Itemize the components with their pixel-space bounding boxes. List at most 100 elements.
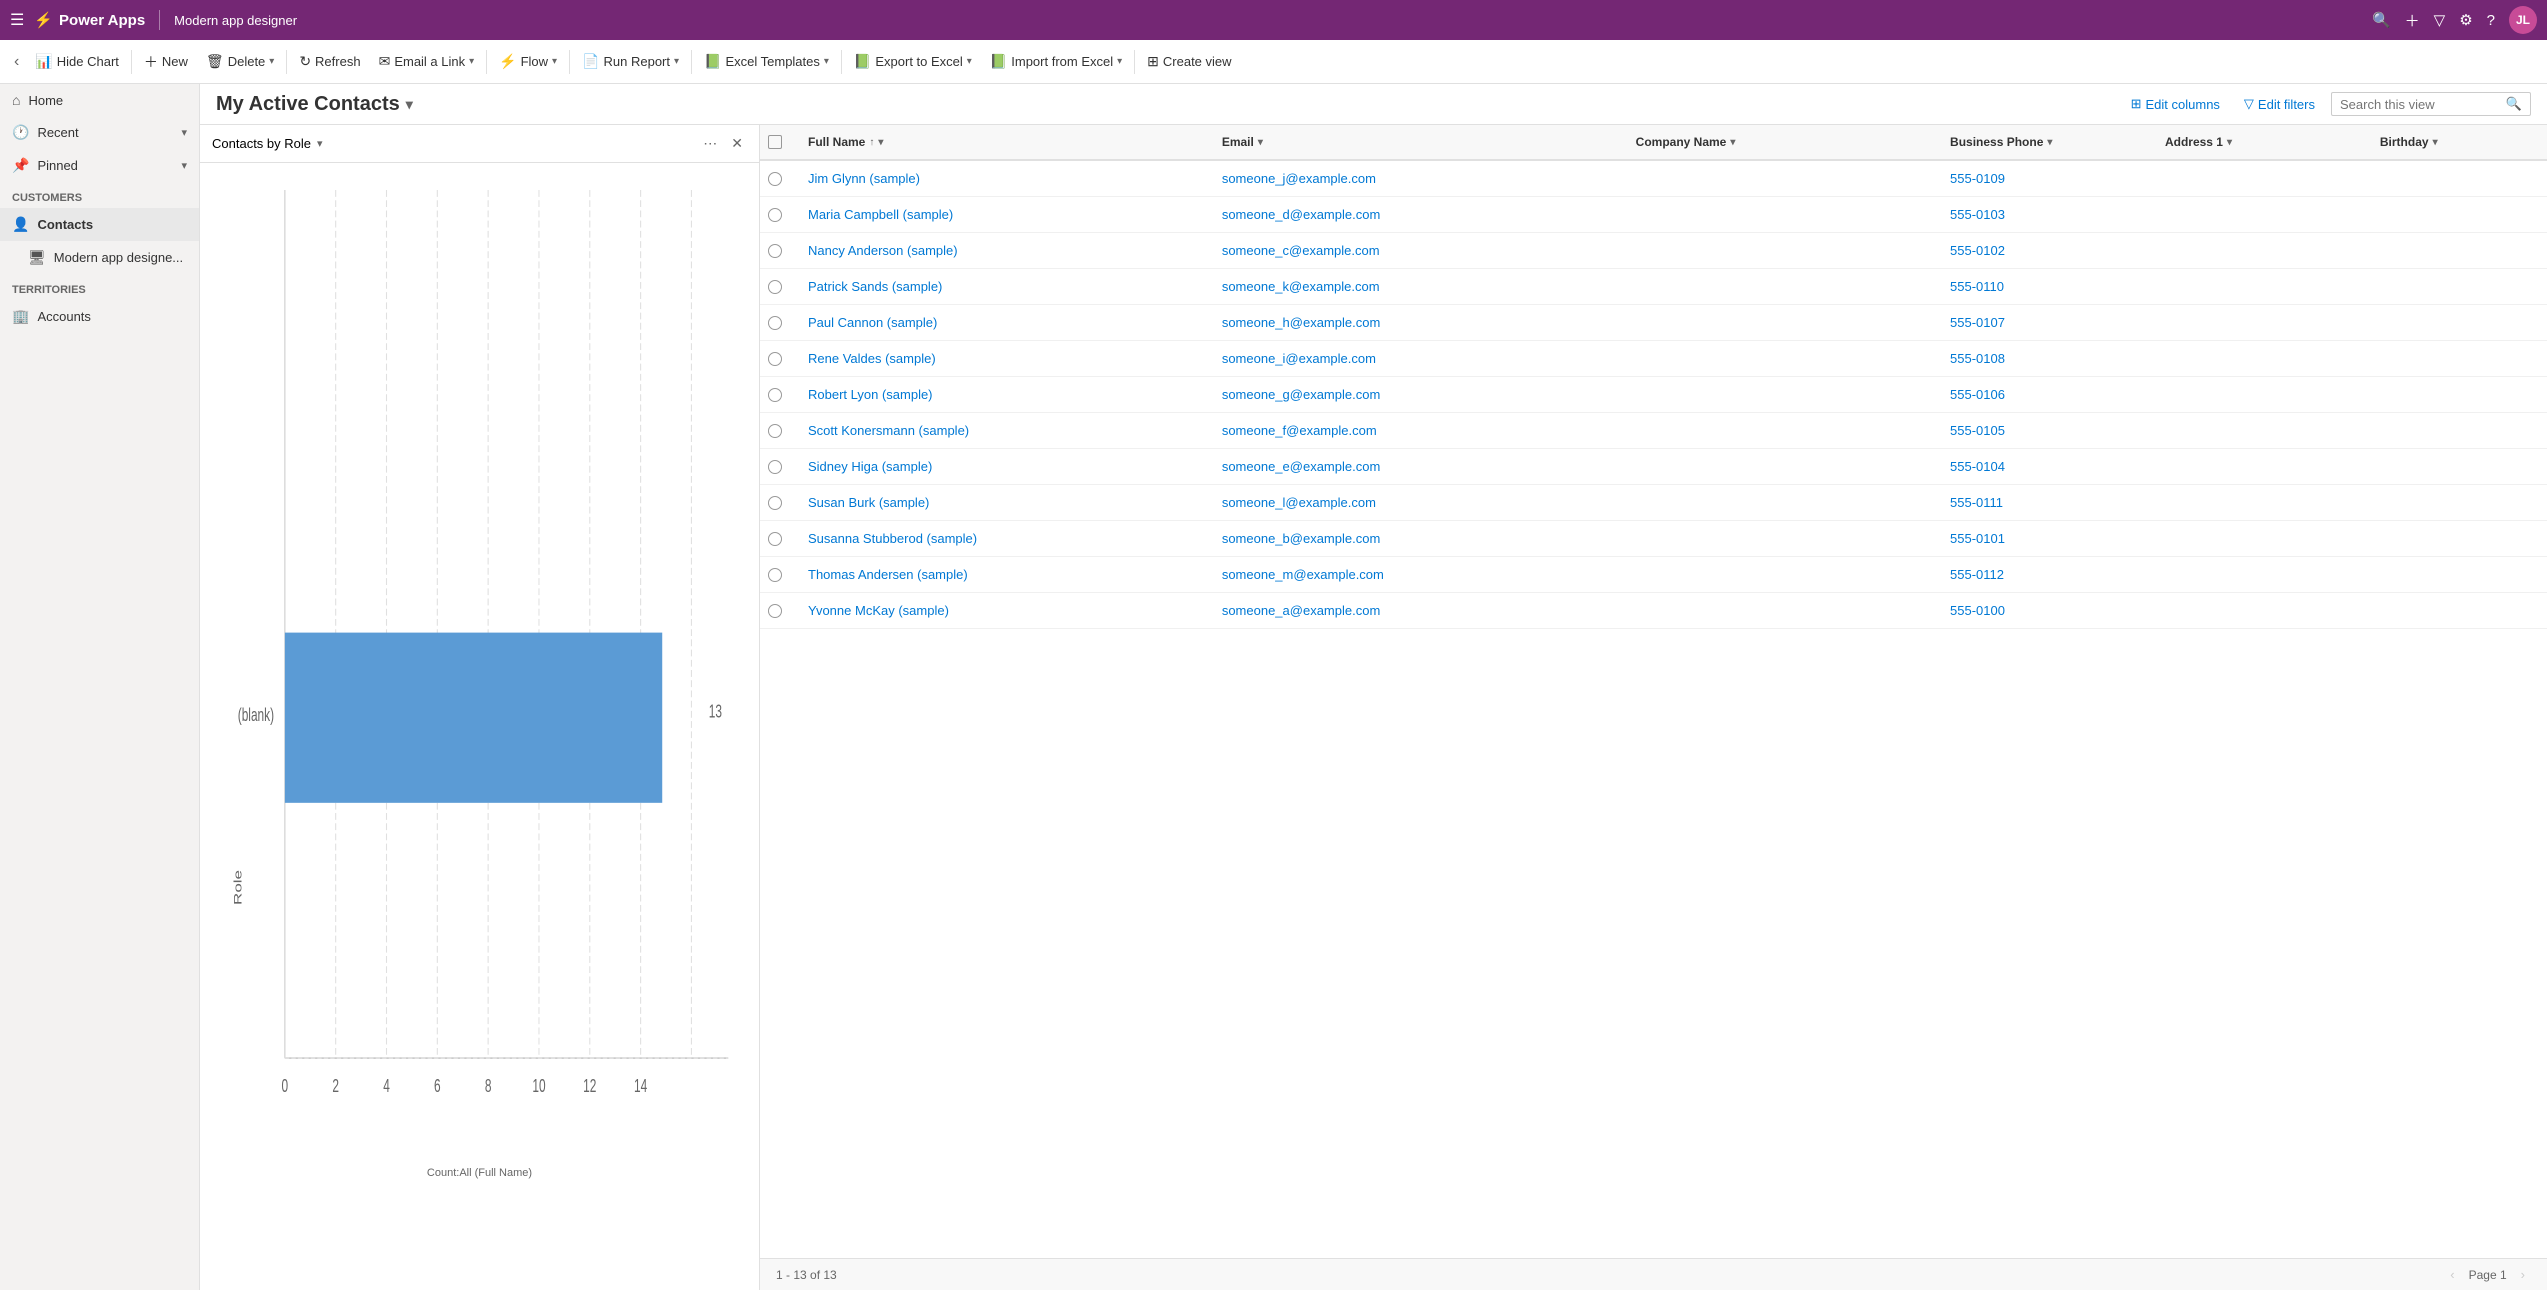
cell-phone[interactable]: 555-0112 (1942, 567, 2157, 582)
col-phone-dropdown-icon[interactable]: ▾ (2047, 137, 2052, 148)
cell-fullname[interactable]: Susanna Stubberod (sample) (800, 531, 1214, 546)
row-radio[interactable] (768, 568, 782, 582)
cell-email[interactable]: someone_m@example.com (1214, 567, 1628, 582)
export-excel-button[interactable]: 📗 Export to Excel ▾ (846, 49, 980, 74)
col-email[interactable]: Email ▾ (1214, 135, 1628, 149)
view-title-dropdown-icon[interactable]: ▾ (406, 96, 413, 113)
filter-icon[interactable]: ▽ (2434, 11, 2446, 29)
email-link-button[interactable]: ✉ Email a Link ▾ (371, 49, 483, 74)
sidebar-item-contacts[interactable]: 👤 Contacts (0, 208, 199, 241)
settings-icon[interactable]: ⚙ (2459, 11, 2472, 29)
cell-fullname[interactable]: Paul Cannon (sample) (800, 315, 1214, 330)
row-radio[interactable] (768, 352, 782, 366)
row-radio[interactable] (768, 208, 782, 222)
cell-phone[interactable]: 555-0108 (1942, 351, 2157, 366)
cell-email[interactable]: someone_l@example.com (1214, 495, 1628, 510)
row-radio[interactable] (768, 424, 782, 438)
cell-phone[interactable]: 555-0100 (1942, 603, 2157, 618)
cell-email[interactable]: someone_b@example.com (1214, 531, 1628, 546)
row-radio[interactable] (768, 172, 782, 186)
cell-phone[interactable]: 555-0103 (1942, 207, 2157, 222)
cell-fullname[interactable]: Rene Valdes (sample) (800, 351, 1214, 366)
edit-filters-button[interactable]: ▽ Edit filters (2236, 92, 2323, 116)
cell-fullname[interactable]: Scott Konersmann (sample) (800, 423, 1214, 438)
chart-close-button[interactable]: ✕ (727, 133, 747, 154)
refresh-button[interactable]: ↻ Refresh (291, 49, 368, 74)
hamburger-icon[interactable]: ☰ (10, 10, 24, 30)
cell-fullname[interactable]: Jim Glynn (sample) (800, 171, 1214, 186)
cell-email[interactable]: someone_c@example.com (1214, 243, 1628, 258)
cell-phone[interactable]: 555-0109 (1942, 171, 2157, 186)
search-input[interactable] (2340, 97, 2502, 112)
sidebar-item-modern-app-designer[interactable]: 🖥 Modern app designe... (0, 241, 199, 274)
cell-fullname[interactable]: Yvonne McKay (sample) (800, 603, 1214, 618)
back-button[interactable]: ‹ (8, 49, 25, 75)
col-fullname[interactable]: Full Name ↑ ▾ (800, 135, 1214, 149)
next-page-button[interactable]: › (2515, 1265, 2531, 1284)
row-radio[interactable] (768, 460, 782, 474)
add-icon[interactable]: ＋ (2405, 10, 2420, 31)
help-icon[interactable]: ? (2487, 12, 2495, 29)
avatar[interactable]: JL (2509, 6, 2537, 34)
cell-email[interactable]: someone_j@example.com (1214, 171, 1628, 186)
col-phone[interactable]: Business Phone ▾ (1942, 135, 2157, 149)
cell-fullname[interactable]: Susan Burk (sample) (800, 495, 1214, 510)
bar-blank[interactable] (285, 633, 662, 803)
row-radio[interactable] (768, 244, 782, 258)
col-address-dropdown-icon[interactable]: ▾ (2227, 137, 2232, 148)
cell-email[interactable]: someone_h@example.com (1214, 315, 1628, 330)
cell-phone[interactable]: 555-0111 (1942, 495, 2157, 510)
cell-fullname[interactable]: Thomas Andersen (sample) (800, 567, 1214, 582)
cell-fullname[interactable]: Nancy Anderson (sample) (800, 243, 1214, 258)
col-company-dropdown-icon[interactable]: ▾ (1730, 137, 1735, 148)
sidebar-item-accounts[interactable]: 🏢 Accounts (0, 300, 199, 333)
cell-email[interactable]: someone_g@example.com (1214, 387, 1628, 402)
row-radio[interactable] (768, 388, 782, 402)
sidebar-item-pinned[interactable]: 📌 Pinned ▾ (0, 149, 199, 182)
cell-phone[interactable]: 555-0110 (1942, 279, 2157, 294)
select-all-checkbox[interactable] (768, 135, 782, 149)
col-fullname-dropdown-icon[interactable]: ▾ (878, 137, 883, 148)
new-button[interactable]: ＋ New (136, 48, 196, 76)
cell-email[interactable]: someone_d@example.com (1214, 207, 1628, 222)
col-email-dropdown-icon[interactable]: ▾ (1258, 137, 1263, 148)
col-birthday-dropdown-icon[interactable]: ▾ (2433, 137, 2438, 148)
flow-button[interactable]: ⚡ Flow ▾ (491, 49, 565, 74)
cell-phone[interactable]: 555-0101 (1942, 531, 2157, 546)
cell-phone[interactable]: 555-0106 (1942, 387, 2157, 402)
cell-phone[interactable]: 555-0107 (1942, 315, 2157, 330)
hide-chart-button[interactable]: 📊 Hide Chart (27, 49, 127, 74)
prev-page-button[interactable]: ‹ (2444, 1265, 2460, 1284)
sidebar-item-home[interactable]: ⌂ Home (0, 84, 199, 116)
chart-panel-dropdown-icon[interactable]: ▾ (317, 137, 323, 150)
cell-email[interactable]: someone_f@example.com (1214, 423, 1628, 438)
delete-button[interactable]: 🗑 Delete ▾ (198, 49, 282, 74)
row-radio[interactable] (768, 532, 782, 546)
cell-fullname[interactable]: Sidney Higa (sample) (800, 459, 1214, 474)
cell-email[interactable]: someone_e@example.com (1214, 459, 1628, 474)
sidebar-item-recent[interactable]: 🕐 Recent ▾ (0, 116, 199, 149)
chart-more-button[interactable]: ⋯ (699, 133, 721, 154)
run-report-button[interactable]: 📄 Run Report ▾ (574, 49, 687, 74)
cell-email[interactable]: someone_i@example.com (1214, 351, 1628, 366)
cell-email[interactable]: someone_k@example.com (1214, 279, 1628, 294)
cell-email[interactable]: someone_a@example.com (1214, 603, 1628, 618)
create-view-button[interactable]: ⊞ Create view (1139, 49, 1239, 74)
row-radio[interactable] (768, 604, 782, 618)
cell-phone[interactable]: 555-0102 (1942, 243, 2157, 258)
col-company[interactable]: Company Name ▾ (1628, 135, 1942, 149)
cell-phone[interactable]: 555-0104 (1942, 459, 2157, 474)
cell-fullname[interactable]: Robert Lyon (sample) (800, 387, 1214, 402)
cell-phone[interactable]: 555-0105 (1942, 423, 2157, 438)
search-icon[interactable]: 🔍 (2372, 11, 2391, 29)
edit-columns-button[interactable]: ⊞ Edit columns (2123, 92, 2228, 116)
cell-fullname[interactable]: Patrick Sands (sample) (800, 279, 1214, 294)
row-radio[interactable] (768, 316, 782, 330)
row-radio[interactable] (768, 280, 782, 294)
cell-fullname[interactable]: Maria Campbell (sample) (800, 207, 1214, 222)
col-birthday[interactable]: Birthday ▾ (2372, 135, 2547, 149)
import-excel-button[interactable]: 📗 Import from Excel ▾ (982, 49, 1130, 74)
excel-templates-button[interactable]: 📗 Excel Templates ▾ (696, 49, 837, 74)
col-address[interactable]: Address 1 ▾ (2157, 135, 2372, 149)
row-radio[interactable] (768, 496, 782, 510)
